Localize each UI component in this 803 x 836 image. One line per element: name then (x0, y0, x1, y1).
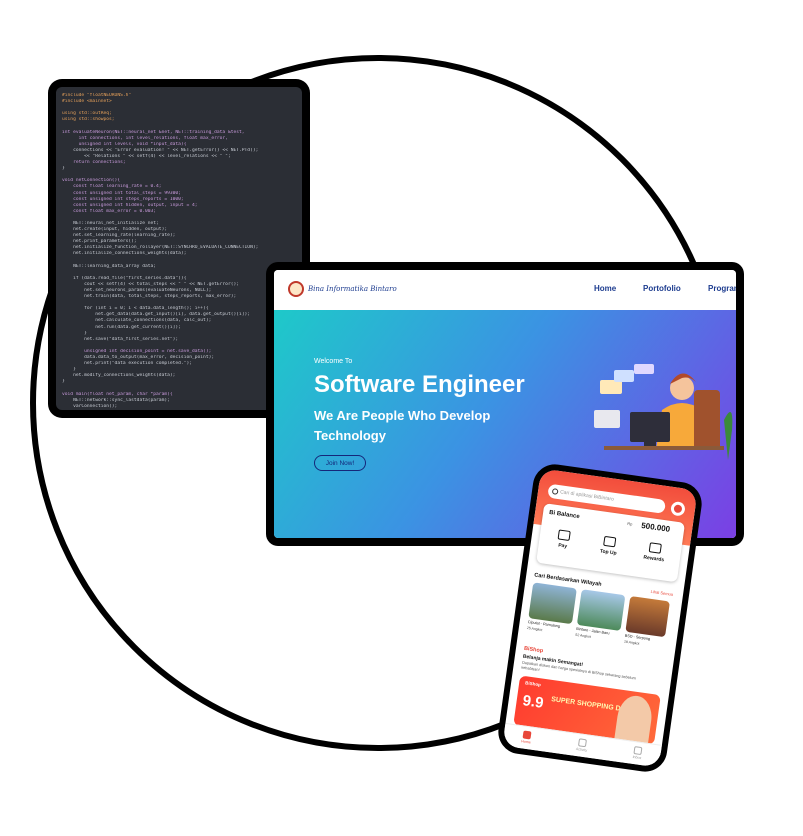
see-all-link[interactable]: Lihat Semua (650, 589, 673, 597)
nav-home[interactable]: Home (594, 284, 616, 293)
rewards-action[interactable]: Rewards (634, 540, 676, 564)
topup-label: Top Up (599, 548, 617, 557)
join-now-button[interactable]: Join Now! (314, 455, 366, 471)
banner-model-image (614, 693, 655, 744)
region-tile-3[interactable] (625, 596, 670, 638)
phone-screen: Cari di aplikasi BiBintaro Bi Balance Rp… (502, 468, 698, 768)
search-icon (551, 488, 559, 495)
activity-icon (577, 738, 587, 748)
tab-home-label: Home (521, 739, 532, 745)
topup-action[interactable]: Top Up (588, 534, 630, 558)
balance-value: 500.000 (640, 520, 671, 534)
tab-inbox-label: Inbox (632, 754, 642, 761)
brand-emblem-icon (288, 281, 304, 297)
balance-label: Bi Balance (548, 509, 580, 521)
user-icon (673, 504, 683, 514)
tab-inbox[interactable]: Inbox (622, 745, 654, 762)
banner-brand: BiShop (524, 680, 542, 688)
brand-name: Bina Informatika Bintaro (308, 285, 397, 293)
region-tile-2[interactable] (576, 589, 626, 631)
pay-action[interactable]: Pay (542, 527, 584, 551)
tab-activity[interactable]: Activity (566, 737, 598, 754)
inbox-icon (633, 746, 643, 756)
hero-title: Software Engineer (314, 371, 525, 398)
developer-illustration (594, 364, 733, 460)
shop-brand: BiShop (523, 645, 544, 655)
region-tile-1[interactable] (528, 582, 577, 625)
nav-portofolio[interactable]: Portofolio (643, 284, 681, 293)
tab-activity-label: Activity (575, 746, 588, 753)
topup-icon (603, 535, 617, 548)
site-navbar: Bina Informatika Bintaro Home Portofolio… (274, 270, 736, 310)
home-icon (522, 730, 532, 740)
tab-home[interactable]: Home (511, 729, 543, 746)
wallet-icon (557, 529, 571, 541)
hero-welcome: Welcome To (314, 358, 353, 365)
brand-logo[interactable]: Bina Informatika Bintaro (288, 281, 397, 297)
pay-label: Pay (557, 542, 568, 550)
crown-icon (648, 542, 662, 554)
banner-date: 9.9 (521, 692, 545, 712)
rewards-label: Rewards (643, 554, 665, 564)
nav-programs[interactable]: Programs (708, 284, 736, 293)
hero-subtitle: We Are People Who Develop Technology (314, 408, 491, 443)
balance-currency: Rp (626, 520, 633, 527)
